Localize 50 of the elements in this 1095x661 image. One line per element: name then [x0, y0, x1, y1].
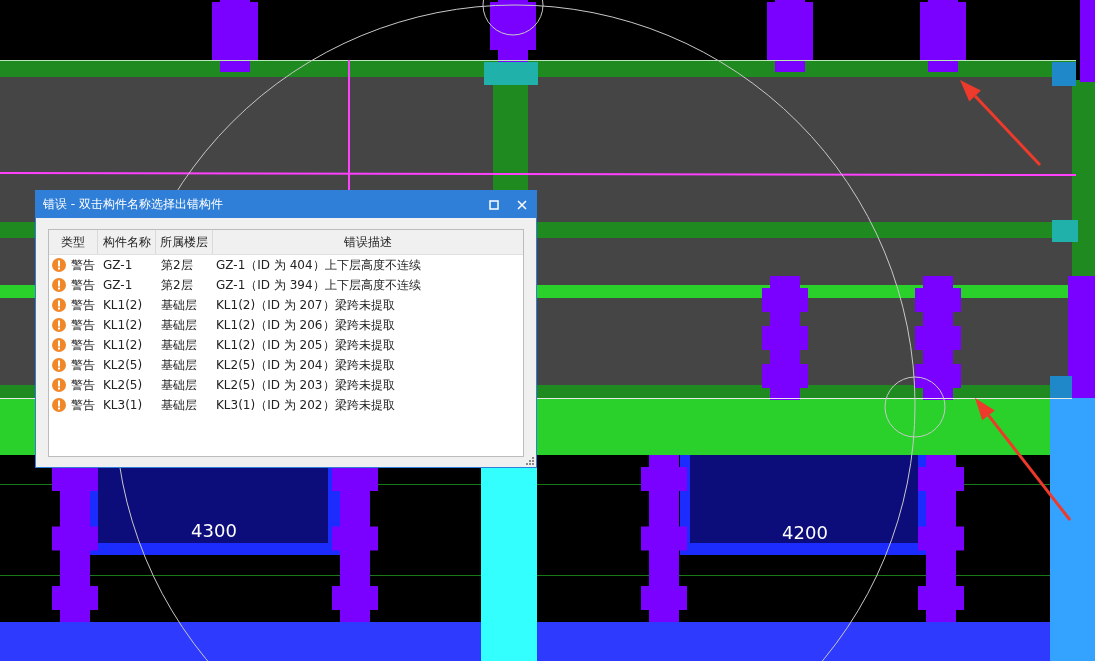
- component-name[interactable]: KL1(2): [98, 318, 156, 332]
- warning-icon: [52, 338, 66, 352]
- component-name[interactable]: KL2(5): [98, 378, 156, 392]
- component-name[interactable]: GZ-1: [98, 258, 156, 272]
- table-cell: 警告: [71, 396, 95, 414]
- table-cell-text: 基础层: [160, 296, 198, 314]
- table-cell: 警告: [71, 296, 95, 314]
- column-header[interactable]: 错误描述: [213, 230, 523, 254]
- component-name[interactable]: GZ-1: [98, 278, 156, 292]
- table-cell-text: KL3(1)（ID 为 202）梁跨未提取: [215, 396, 396, 414]
- component-name[interactable]: KL1(2): [98, 338, 156, 352]
- table-cell-text: KL1(2)（ID 为 207）梁跨未提取: [215, 296, 396, 314]
- maximize-icon: [489, 199, 499, 210]
- table-cell-text: 第2层: [160, 276, 194, 294]
- component-name[interactable]: KL3(1): [98, 398, 156, 412]
- table-cell: 警告: [71, 356, 95, 374]
- table-cell-text: 基础层: [160, 356, 198, 374]
- table-cell: 警告: [71, 276, 95, 294]
- warning-icon: [52, 398, 66, 412]
- table-cell-text: 基础层: [160, 336, 198, 354]
- table-cell: 警告: [71, 376, 95, 394]
- component-name[interactable]: KL1(2): [98, 298, 156, 312]
- dimension-label: 4200: [782, 522, 828, 543]
- close-icon: [517, 199, 527, 210]
- table-cell: 警告: [71, 316, 95, 334]
- warning-icon: [52, 258, 66, 272]
- table-cell-text: 基础层: [160, 376, 198, 394]
- resize-grip-icon[interactable]: [526, 457, 534, 465]
- table-cell-text: 基础层: [160, 396, 198, 414]
- window-title: 错误 - 双击构件名称选择出错构件: [43, 196, 223, 213]
- warning-icon: [52, 298, 66, 312]
- column-header[interactable]: 所属楼层: [156, 230, 213, 254]
- warning-icon: [52, 378, 66, 392]
- table-cell-text: 第2层: [160, 256, 194, 274]
- warning-icon: [52, 278, 66, 292]
- table-cell-text: KL1(2)（ID 为 205）梁跨未提取: [215, 336, 396, 354]
- dimension-label: 4300: [191, 520, 237, 541]
- table-cell-text: KL2(5)（ID 为 203）梁跨未提取: [215, 376, 396, 394]
- warning-icon: [52, 358, 66, 372]
- table-cell-text: KL2(5)（ID 为 204）梁跨未提取: [215, 356, 396, 374]
- column-header[interactable]: 构件名称: [98, 230, 156, 254]
- table-cell-text: GZ-1（ID 为 394）上下层高度不连续: [215, 276, 422, 294]
- table-cell: 警告: [71, 336, 95, 354]
- table-cell: 警告: [71, 256, 95, 274]
- table-cell-text: GZ-1（ID 为 404）上下层高度不连续: [215, 256, 422, 274]
- column-header[interactable]: 类型: [49, 230, 98, 254]
- table-cell-text: KL1(2)（ID 为 206）梁跨未提取: [215, 316, 396, 334]
- component-name[interactable]: KL2(5): [98, 358, 156, 372]
- warning-icon: [52, 318, 66, 332]
- table-cell-text: 基础层: [160, 316, 198, 334]
